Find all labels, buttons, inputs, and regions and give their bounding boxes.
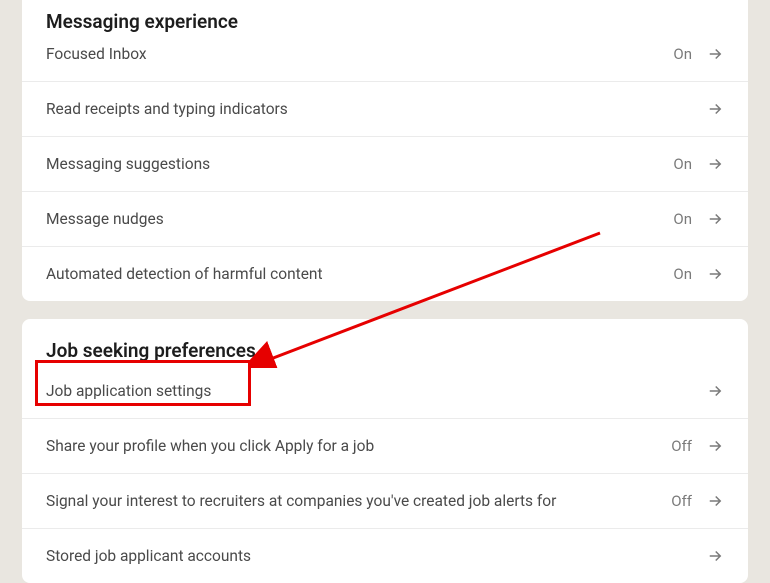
row-harmful-content[interactable]: Automated detection of harmful content O…	[22, 246, 748, 301]
row-status: On	[673, 265, 692, 283]
row-label: Job application settings	[46, 382, 706, 400]
chevron-right-icon	[706, 155, 724, 173]
row-status: On	[673, 155, 692, 173]
row-label: Stored job applicant accounts	[46, 547, 706, 565]
row-label: Automated detection of harmful content	[46, 265, 673, 283]
row-signal-interest[interactable]: Signal your interest to recruiters at co…	[22, 473, 748, 528]
row-focused-inbox[interactable]: Focused Inbox On	[22, 39, 748, 81]
row-label: Signal your interest to recruiters at co…	[46, 492, 671, 510]
row-job-application-settings[interactable]: Job application settings	[22, 376, 748, 418]
row-label: Share your profile when you click Apply …	[46, 437, 671, 455]
chevron-right-icon	[706, 492, 724, 510]
row-status: On	[673, 45, 692, 63]
section-title: Messaging experience	[22, 0, 748, 39]
settings-section-job-seeking: Job seeking preferences Job application …	[22, 319, 748, 583]
chevron-right-icon	[706, 547, 724, 565]
row-stored-accounts[interactable]: Stored job applicant accounts	[22, 528, 748, 583]
row-share-profile[interactable]: Share your profile when you click Apply …	[22, 418, 748, 473]
row-status: On	[673, 210, 692, 228]
chevron-right-icon	[706, 265, 724, 283]
chevron-right-icon	[706, 210, 724, 228]
row-read-receipts[interactable]: Read receipts and typing indicators	[22, 81, 748, 136]
row-message-nudges[interactable]: Message nudges On	[22, 191, 748, 246]
chevron-right-icon	[706, 382, 724, 400]
row-label: Message nudges	[46, 210, 673, 228]
row-status: Off	[671, 492, 692, 510]
chevron-right-icon	[706, 437, 724, 455]
row-status: Off	[671, 437, 692, 455]
chevron-right-icon	[706, 45, 724, 63]
section-title: Job seeking preferences	[22, 319, 748, 376]
chevron-right-icon	[706, 100, 724, 118]
row-label: Focused Inbox	[46, 45, 673, 63]
settings-section-messaging: Messaging experience Focused Inbox On Re…	[22, 0, 748, 301]
row-messaging-suggestions[interactable]: Messaging suggestions On	[22, 136, 748, 191]
row-label: Messaging suggestions	[46, 155, 673, 173]
row-label: Read receipts and typing indicators	[46, 100, 706, 118]
